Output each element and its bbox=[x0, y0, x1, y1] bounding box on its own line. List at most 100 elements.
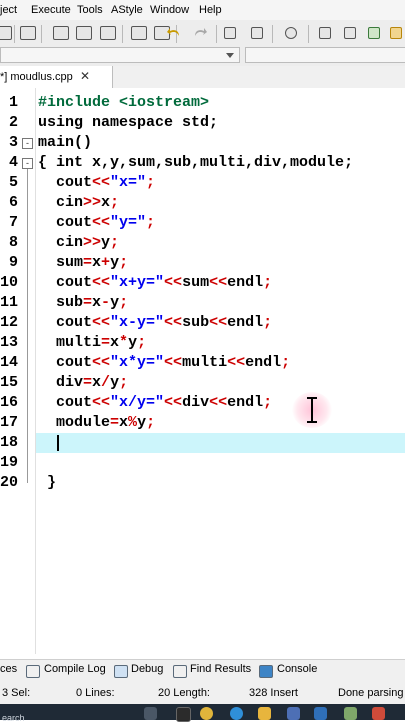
code-token: << bbox=[164, 394, 183, 411]
editor-tab-bar: *] moudlus.cpp ✕ bbox=[0, 66, 405, 89]
code-line[interactable]: module=x%y; bbox=[38, 413, 155, 433]
chrome-icon[interactable] bbox=[200, 707, 213, 720]
tab-debug[interactable]: Debug bbox=[131, 663, 163, 675]
code-token: y bbox=[110, 254, 120, 271]
compiler-select[interactable] bbox=[0, 47, 240, 63]
code-token: y bbox=[101, 234, 111, 251]
code-line[interactable]: } bbox=[38, 473, 56, 493]
menu-tools[interactable]: Tools bbox=[77, 4, 103, 16]
code-line[interactable]: multi=x*y; bbox=[38, 333, 146, 353]
code-line[interactable]: cout<<"x-y="<<sub<<endl; bbox=[38, 313, 272, 333]
find-next-icon[interactable] bbox=[100, 26, 116, 40]
undo-icon[interactable] bbox=[167, 26, 181, 38]
code-token: sum bbox=[182, 274, 210, 291]
project-options-icon[interactable] bbox=[344, 27, 356, 39]
tab-console[interactable]: Console bbox=[277, 663, 317, 675]
code-token: cin bbox=[38, 234, 84, 251]
edge-icon[interactable] bbox=[230, 707, 243, 720]
line-number: 4 bbox=[8, 154, 18, 171]
line-number: 18 bbox=[0, 434, 19, 451]
code-line[interactable]: cout<<"x*y="<<multi<<endl; bbox=[38, 353, 290, 373]
menu-help[interactable]: Help bbox=[199, 4, 222, 16]
tab-resources[interactable]: ces bbox=[0, 663, 17, 675]
code-line[interactable]: div=x/y; bbox=[38, 373, 128, 393]
chevron-down-icon[interactable] bbox=[226, 53, 234, 58]
compiler-icon bbox=[26, 665, 40, 678]
code-token: ; bbox=[119, 294, 129, 311]
tab-moudlus-cpp[interactable]: *] moudlus.cpp ✕ bbox=[0, 66, 113, 88]
line-number: 19 bbox=[0, 454, 19, 471]
code-token: multi bbox=[182, 354, 228, 371]
line-number-gutter: 1 2 3 4 5 6 7 8 9 10 11 12 13 14 15 16 17 18 19 20- - bbox=[0, 88, 36, 654]
menu-astyle[interactable]: AStyle bbox=[111, 4, 143, 16]
code-line[interactable]: sub=x-y; bbox=[38, 293, 128, 313]
indent-icon[interactable] bbox=[224, 27, 236, 39]
code-line[interactable]: sum=x+y; bbox=[38, 253, 128, 273]
code-line[interactable]: cin>>x; bbox=[38, 193, 119, 213]
code-token: x bbox=[92, 254, 102, 271]
code-line[interactable]: cout<<"y="; bbox=[38, 213, 155, 233]
code-token: y bbox=[110, 294, 120, 311]
code-token: << bbox=[209, 314, 228, 331]
toolbar-separator bbox=[41, 25, 42, 43]
line-number: 17 bbox=[0, 414, 19, 431]
replace-icon[interactable] bbox=[76, 26, 92, 40]
code-line[interactable]: #include <iostream> bbox=[38, 93, 209, 113]
run-icon[interactable] bbox=[390, 27, 402, 39]
find-results-icon bbox=[173, 665, 187, 678]
app-icon[interactable] bbox=[344, 707, 357, 720]
task-view-icon[interactable] bbox=[144, 707, 157, 720]
unindent-icon[interactable] bbox=[251, 27, 263, 39]
devcpp-icon[interactable] bbox=[372, 707, 385, 720]
code-line[interactable]: cout<<"x+y="<<sum<<endl; bbox=[38, 273, 272, 293]
code-line[interactable]: cout<<"x/y="<<div<<endl; bbox=[38, 393, 272, 413]
code-line[interactable]: using namespace std; bbox=[38, 113, 218, 133]
code-token: ; bbox=[146, 174, 156, 191]
code-token: ; bbox=[119, 254, 129, 271]
store-icon[interactable] bbox=[287, 707, 300, 720]
code-token: % bbox=[128, 414, 138, 431]
code-token: "x*y=" bbox=[110, 354, 165, 371]
code-token: x bbox=[92, 294, 102, 311]
code-token: cin bbox=[38, 194, 84, 211]
code-line[interactable]: cin>>y; bbox=[38, 233, 119, 253]
taskbar-search[interactable]: earch bbox=[2, 713, 25, 723]
close-icon[interactable]: ✕ bbox=[80, 66, 90, 86]
code-token: cout bbox=[38, 274, 93, 291]
code-token: ; bbox=[281, 354, 291, 371]
redo-icon[interactable] bbox=[193, 26, 207, 38]
new-project-icon[interactable] bbox=[319, 27, 331, 39]
code-editor[interactable]: 1 2 3 4 5 6 7 8 9 10 11 12 13 14 15 16 17 18 19 20- - #inclu… bbox=[0, 88, 405, 654]
line-number: 20 bbox=[0, 474, 19, 491]
code-token: ; bbox=[137, 334, 147, 351]
code-token: = bbox=[83, 254, 93, 271]
status-sel: 3 Sel: bbox=[2, 687, 31, 699]
code-line[interactable]: { int x,y,sum,sub,multi,div,module; bbox=[38, 153, 353, 173]
fold-toggle-icon[interactable]: - bbox=[22, 138, 33, 149]
tab-find-results[interactable]: Find Results bbox=[190, 663, 251, 675]
status-message: Done parsing bbox=[338, 687, 404, 699]
comment-icon[interactable] bbox=[285, 27, 297, 39]
status-length: 20 Length: bbox=[158, 687, 210, 699]
code-token: << bbox=[209, 394, 228, 411]
code-token: y bbox=[110, 374, 120, 391]
function-select[interactable] bbox=[245, 47, 405, 63]
tab-compile-log[interactable]: Compile Log bbox=[44, 663, 106, 675]
menu-project[interactable]: ject bbox=[0, 4, 17, 16]
code-token: << bbox=[92, 174, 111, 191]
menu-window[interactable]: Window bbox=[150, 4, 189, 16]
print-icon[interactable] bbox=[20, 26, 36, 40]
toggle-bookmark-icon[interactable] bbox=[131, 26, 147, 40]
menu-execute[interactable]: Execute bbox=[31, 4, 71, 16]
code-line[interactable]: cout<<"x="; bbox=[38, 173, 155, 193]
compile-icon[interactable] bbox=[368, 27, 380, 39]
file-explorer-icon[interactable] bbox=[258, 707, 271, 720]
code-token: << bbox=[92, 214, 111, 231]
bottom-panel-tabs: ces Compile Log Debug Find Results Conso… bbox=[0, 659, 405, 683]
find-icon[interactable] bbox=[53, 26, 69, 40]
close-all-icon[interactable] bbox=[0, 26, 12, 40]
code-line[interactable]: main() bbox=[38, 133, 92, 153]
fold-toggle-icon[interactable]: - bbox=[22, 158, 33, 169]
line-number: 12 bbox=[0, 314, 19, 331]
mail-icon[interactable] bbox=[314, 707, 327, 720]
